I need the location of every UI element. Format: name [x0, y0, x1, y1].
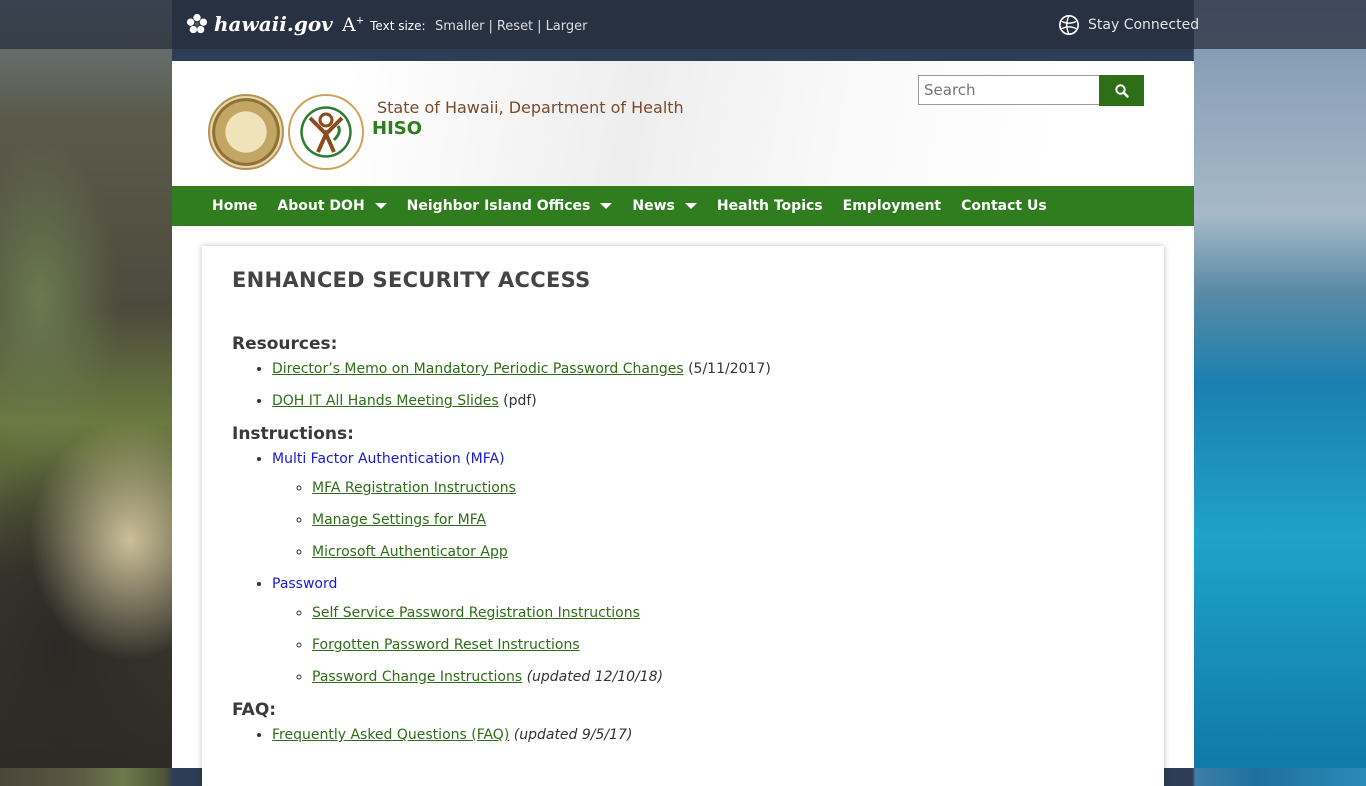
password-change-link[interactable]: Password Change Instructions: [312, 669, 522, 685]
caret-down-icon: [600, 203, 613, 209]
separator: |: [537, 19, 542, 34]
main-panel: State of Hawaii, Department of Health HI…: [172, 61, 1194, 786]
list-item: Director’s Memo on Mandatory Periodic Pa…: [272, 360, 1134, 378]
nav-label: Employment: [842, 198, 942, 214]
page-title: ENHANCED SECURITY ACCESS: [232, 268, 591, 292]
item-note: (5/11/2017): [688, 361, 771, 377]
site-name[interactable]: HISO: [372, 118, 422, 139]
nav-contact-us[interactable]: Contact Us: [961, 198, 1047, 214]
list-item: Password Change Instructions (updated 12…: [312, 668, 1134, 686]
text-size-control: A+ Text size:: [342, 16, 426, 35]
list-item: Multi Factor Authentication (MFA) MFA Re…: [272, 450, 1134, 561]
password-sublist: Self Service Password Registration Instr…: [272, 604, 1134, 686]
forgotten-password-link[interactable]: Forgotten Password Reset Instructions: [312, 637, 580, 653]
doh-seal-icon: [288, 94, 364, 170]
state-seal-icon: [208, 94, 284, 170]
faq-link[interactable]: Frequently Asked Questions (FAQ): [272, 727, 509, 743]
list-item: Forgotten Password Reset Instructions: [312, 636, 1134, 654]
instructions-list: Multi Factor Authentication (MFA) MFA Re…: [232, 450, 1134, 686]
list-item: MFA Registration Instructions: [312, 479, 1134, 497]
content-card: ENHANCED SECURITY ACCESS Resources: Dire…: [202, 246, 1164, 786]
search-input[interactable]: [918, 75, 1106, 105]
globe-icon: [1059, 15, 1079, 35]
resources-heading: Resources:: [232, 334, 338, 354]
faq-section: FAQ: Frequently Asked Questions (FAQ) (u…: [232, 700, 1134, 744]
org-name: State of Hawaii, Department of Health: [377, 98, 684, 117]
faq-heading: FAQ:: [232, 700, 277, 720]
hawaii-gov-logo[interactable]: hawaii.gov: [186, 12, 333, 36]
background-right: [1194, 0, 1366, 768]
search-button[interactable]: [1099, 75, 1144, 106]
text-size-icon: A+: [342, 14, 365, 36]
mfa-sublist: MFA Registration Instructions Manage Set…: [272, 479, 1134, 561]
sspr-registration-link[interactable]: Self Service Password Registration Instr…: [312, 605, 640, 621]
nav-label: Home: [212, 198, 258, 214]
hibiscus-icon: [186, 13, 208, 34]
resources-list: Director’s Memo on Mandatory Periodic Pa…: [232, 360, 1134, 410]
all-hands-slides-link[interactable]: DOH IT All Hands Meeting Slides: [272, 393, 499, 409]
faq-list: Frequently Asked Questions (FAQ) (update…: [232, 726, 1134, 744]
list-item: Frequently Asked Questions (FAQ) (update…: [272, 726, 1134, 744]
stay-connected-button[interactable]: Stay Connected: [1058, 14, 1199, 36]
list-item: DOH IT All Hands Meeting Slides (pdf): [272, 392, 1134, 410]
text-smaller-link[interactable]: Smaller: [435, 19, 484, 34]
text-larger-link[interactable]: Larger: [546, 19, 588, 34]
nav-employment[interactable]: Employment: [843, 198, 941, 214]
main-nav: Home About DOH Neighbor Island Offices N…: [172, 186, 1194, 226]
hawaii-gov-text: hawaii.gov: [214, 12, 333, 36]
nav-health-topics[interactable]: Health Topics: [717, 198, 823, 214]
nav-neighbor-island-offices[interactable]: Neighbor Island Offices: [407, 198, 613, 214]
separator: |: [488, 19, 493, 34]
item-note: (updated 9/5/17): [513, 727, 633, 743]
nav-label: Neighbor Island Offices: [406, 198, 591, 214]
directors-memo-link[interactable]: Director’s Memo on Mandatory Periodic Pa…: [272, 361, 684, 377]
list-item: Microsoft Authenticator App: [312, 543, 1134, 561]
mfa-group-label: Multi Factor Authentication (MFA): [272, 451, 505, 467]
nav-label: About DOH: [277, 198, 365, 214]
authenticator-app-link[interactable]: Microsoft Authenticator App: [312, 544, 508, 560]
nav-label: News: [632, 198, 675, 214]
manage-mfa-link[interactable]: Manage Settings for MFA: [312, 512, 486, 528]
search-icon: [1114, 83, 1129, 98]
instructions-section: Instructions: Multi Factor Authenticatio…: [232, 424, 1134, 686]
site-header: State of Hawaii, Department of Health HI…: [172, 61, 1194, 186]
password-group-label: Password: [272, 576, 338, 592]
nav-home[interactable]: Home: [212, 198, 257, 214]
instructions-heading: Instructions:: [232, 424, 354, 444]
caret-down-icon: [684, 203, 697, 209]
text-size-links: Smaller | Reset | Larger: [435, 19, 587, 34]
list-item: Self Service Password Registration Instr…: [312, 604, 1134, 622]
top-bar: hawaii.gov A+ Text size: Smaller | Reset | L…: [0, 0, 1366, 49]
background-left: [0, 0, 172, 768]
nav-about-doh[interactable]: About DOH: [277, 198, 387, 214]
list-item: Manage Settings for MFA: [312, 511, 1134, 529]
item-note: (pdf): [503, 393, 537, 409]
text-reset-link[interactable]: Reset: [497, 19, 533, 34]
nav-news[interactable]: News: [632, 198, 697, 214]
caret-down-icon: [374, 203, 387, 209]
item-note: (updated 12/10/18): [526, 669, 664, 685]
text-size-label: Text size:: [370, 18, 426, 33]
list-item: Password Self Service Password Registrat…: [272, 575, 1134, 686]
nav-label: Contact Us: [961, 198, 1047, 214]
resources-section: Resources: Director’s Memo on Mandatory …: [232, 334, 1134, 410]
stay-connected-label: Stay Connected: [1088, 17, 1200, 33]
nav-label: Health Topics: [716, 198, 823, 214]
mfa-registration-link[interactable]: MFA Registration Instructions: [312, 480, 516, 496]
